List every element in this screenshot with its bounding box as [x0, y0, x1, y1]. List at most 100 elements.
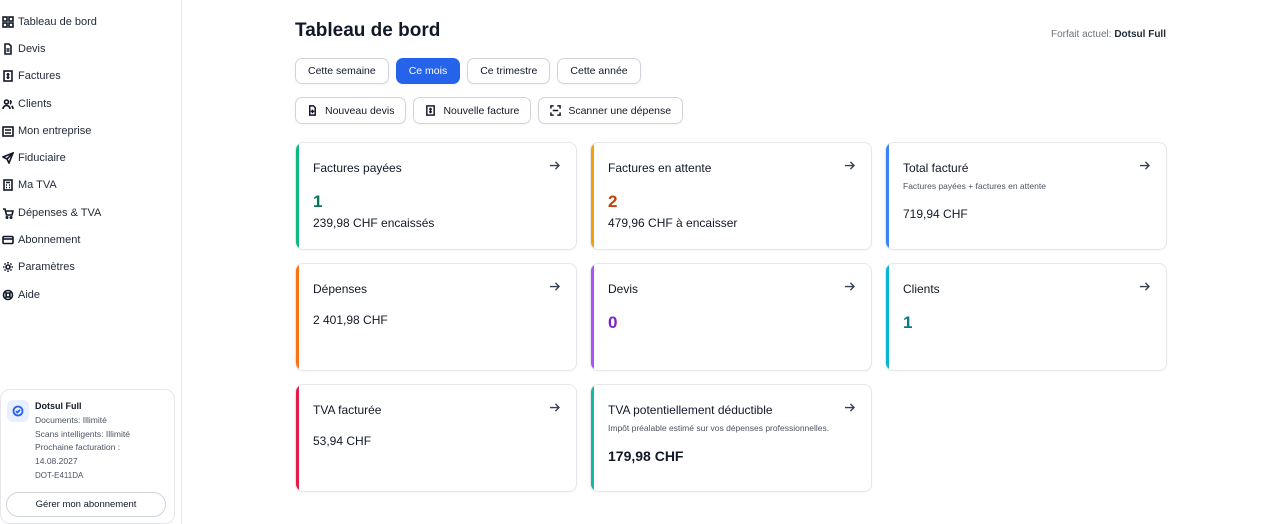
arrow-right-icon: [844, 158, 856, 170]
dashboard-icon: [2, 15, 14, 28]
card-title: Total facturé: [903, 161, 969, 175]
sidebar-item-settings[interactable]: Paramètres: [0, 254, 181, 281]
sidebar-item-label: Aide: [18, 288, 41, 301]
sidebar-item-label: Tableau de bord: [18, 15, 97, 28]
tab-this-year[interactable]: Cette année: [557, 58, 641, 84]
send-icon: [2, 152, 14, 165]
tab-this-quarter[interactable]: Ce trimestre: [467, 58, 551, 84]
sidebar-item-label: Factures: [18, 70, 61, 83]
current-plan-name: Dotsul Full: [1114, 29, 1166, 40]
card-title: Factures en attente: [608, 161, 712, 175]
plan-next-billing-date: 14.08.2027: [35, 455, 78, 466]
card-pending-invoices[interactable]: Factures en attente 2 479,96 CHF à encai…: [590, 142, 872, 250]
invoice-icon: [426, 105, 436, 116]
invoice-icon: [2, 70, 14, 83]
check-circle-icon: [7, 400, 29, 422]
sidebar-nav: Tableau de bord Devis Factures Clients M…: [0, 0, 181, 308]
sidebar-item-vat[interactable]: Ma TVA: [0, 172, 181, 199]
building-icon: [2, 125, 14, 137]
card-vat-deductible[interactable]: TVA potentiellement déductible Impôt pré…: [590, 384, 872, 492]
document-icon: [2, 43, 14, 55]
sidebar-item-subscription[interactable]: Abonnement: [0, 226, 181, 253]
calculator-icon: [2, 179, 14, 192]
arrow-right-icon: [549, 400, 561, 412]
card-vat-billed[interactable]: TVA facturée 53,94 CHF: [295, 384, 577, 492]
new-invoice-label: Nouvelle facture: [443, 104, 520, 117]
card-amount: 479,96 CHF à encaisser: [608, 216, 738, 230]
card-count: 0: [608, 313, 618, 332]
sidebar-item-fiduciary[interactable]: Fiduciaire: [0, 144, 181, 171]
plan-code: DOT-E411DA: [35, 471, 84, 480]
new-invoice-button[interactable]: Nouvelle facture: [413, 97, 532, 124]
card-subtitle: Factures payées + factures en attente: [903, 181, 1046, 191]
card-paid-invoices[interactable]: Factures payées 1 239,98 CHF encaissés: [295, 142, 577, 250]
sidebar-item-label: Clients: [18, 97, 52, 110]
plan-scans: Scans intelligents: Illimité: [35, 428, 130, 439]
card-expenses[interactable]: Dépenses 2 401,98 CHF: [295, 263, 577, 371]
card-amount: 53,94 CHF: [313, 434, 372, 448]
scan-expense-button[interactable]: Scanner une dépense: [538, 97, 684, 124]
plan-name: Dotsul Full: [35, 401, 82, 411]
sidebar-item-label: Abonnement: [18, 234, 81, 247]
card-title: Dépenses: [313, 282, 368, 296]
card-quotes[interactable]: Devis 0: [590, 263, 872, 371]
card-title: TVA facturée: [313, 403, 382, 417]
page-title: Tableau de bord: [295, 20, 441, 41]
lifebuoy-icon: [2, 289, 14, 301]
sidebar-item-label: Paramètres: [18, 261, 75, 274]
sidebar-item-quotes[interactable]: Devis: [0, 35, 181, 62]
quick-actions: Nouveau devis Nouvelle facture Scanner u…: [295, 97, 690, 124]
sidebar-item-label: Mon entreprise: [18, 124, 92, 137]
card-title: TVA potentiellement déductible: [608, 403, 773, 417]
sidebar-item-label: Fiduciaire: [18, 152, 66, 165]
arrow-right-icon: [1139, 158, 1151, 170]
credit-card-icon: [2, 234, 14, 246]
sidebar-item-dashboard[interactable]: Tableau de bord: [0, 8, 181, 35]
card-count: 2: [608, 192, 618, 211]
tab-this-week[interactable]: Cette semaine: [295, 58, 389, 84]
card-amount: 719,94 CHF: [903, 207, 968, 221]
cart-icon: [2, 207, 14, 219]
new-quote-button[interactable]: Nouveau devis: [295, 97, 407, 124]
sidebar-item-clients[interactable]: Clients: [0, 90, 181, 117]
card-title: Factures payées: [313, 161, 402, 175]
scan-icon: [550, 105, 562, 116]
card-title: Clients: [903, 282, 940, 296]
card-amount: 179,98 CHF: [608, 448, 684, 464]
plan-documents: Documents: Illimité: [35, 415, 107, 425]
period-tabs: Cette semaine Ce mois Ce trimestre Cette…: [295, 58, 648, 84]
sidebar-item-company[interactable]: Mon entreprise: [0, 117, 181, 144]
subscription-card: Dotsul Full Documents: Illimité Scans in…: [0, 389, 175, 524]
sidebar: Tableau de bord Devis Factures Clients M…: [0, 0, 182, 524]
current-plan-label: Forfait actuel: Dotsul Full: [1051, 29, 1166, 40]
arrow-right-icon: [844, 400, 856, 412]
sidebar-item-invoices[interactable]: Factures: [0, 63, 181, 90]
plan-next-billing-label: Prochaine facturation :: [35, 442, 121, 452]
card-total-billed[interactable]: Total facturé Factures payées + factures…: [885, 142, 1167, 250]
file-plus-icon: [309, 105, 316, 116]
users-icon: [2, 98, 14, 110]
sidebar-item-label: Ma TVA: [18, 179, 57, 192]
card-title: Devis: [608, 282, 639, 296]
scan-expense-label: Scanner une dépense: [568, 104, 672, 117]
subscription-details: Dotsul Full Documents: Illimité Scans in…: [35, 400, 130, 483]
card-count: 1: [903, 313, 913, 332]
sidebar-item-label: Devis: [18, 42, 46, 55]
current-plan-prefix: Forfait actuel:: [1050, 29, 1115, 40]
card-amount: 2 401,98 CHF: [313, 313, 388, 327]
new-quote-label: Nouveau devis: [325, 104, 395, 117]
card-count: 1: [313, 192, 323, 211]
tab-this-month[interactable]: Ce mois: [395, 58, 461, 84]
arrow-right-icon: [549, 158, 561, 170]
sidebar-item-help[interactable]: Aide: [0, 281, 181, 308]
sidebar-item-label: Dépenses & TVA: [18, 206, 102, 219]
sidebar-item-expenses[interactable]: Dépenses & TVA: [0, 199, 181, 226]
arrow-right-icon: [1139, 279, 1151, 291]
gear-icon: [2, 261, 14, 273]
card-clients[interactable]: Clients 1: [885, 263, 1167, 371]
manage-subscription-button[interactable]: Gérer mon abonnement: [6, 492, 166, 517]
card-amount: 239,98 CHF encaissés: [313, 216, 435, 230]
card-subtitle: Impôt préalable estimé sur vos dépenses …: [608, 423, 830, 433]
arrow-right-icon: [844, 279, 856, 291]
arrow-right-icon: [549, 279, 561, 291]
